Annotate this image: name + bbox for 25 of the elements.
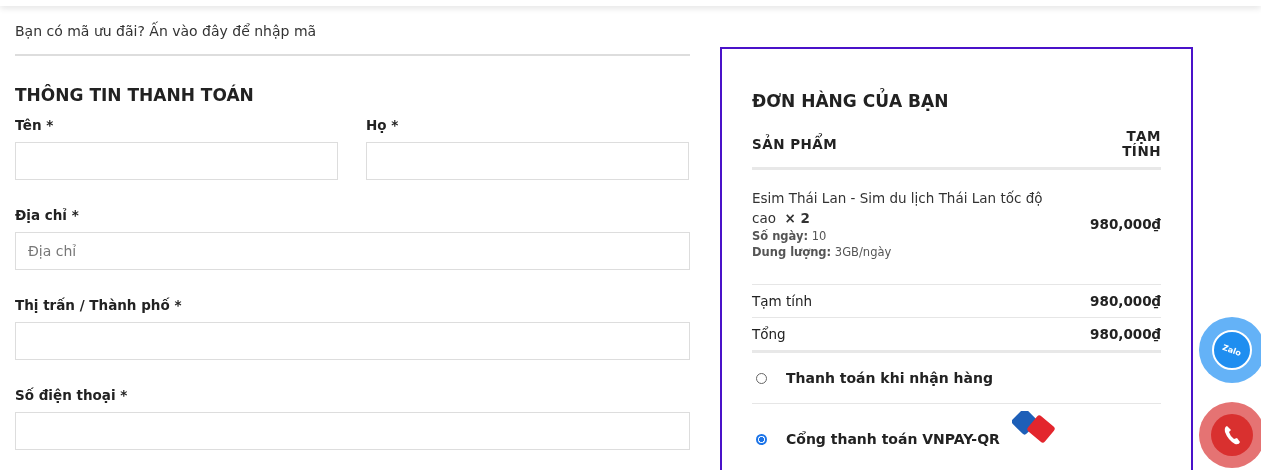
section-title: THÔNG TIN THANH TOÁN xyxy=(15,85,255,105)
product-name: Esim Thái Lan - Sim du lịch Thái Lan tốc độ cao × 2 xyxy=(752,189,1044,228)
field-label: Số điện thoại * xyxy=(15,387,129,405)
total-label: Tạm tính xyxy=(752,293,813,309)
field-label: Thị trấn / Thành phố * xyxy=(15,297,183,315)
total-value: 980,000₫ xyxy=(1090,293,1161,309)
field-label: Họ * xyxy=(366,117,400,135)
input-field[interactable] xyxy=(366,142,689,180)
phone-icon xyxy=(1222,424,1242,446)
input-field[interactable]: Địa chỉ xyxy=(15,232,690,270)
input-field[interactable] xyxy=(15,322,690,360)
input-field[interactable] xyxy=(15,412,690,450)
field-label: Địa chỉ * xyxy=(15,207,80,225)
product-attribute: Dung lượng: 3GB/ngày xyxy=(752,244,893,260)
field-label: Tên * xyxy=(15,117,55,135)
coupon-link[interactable]: Bạn có mã ưu đãi? Ấn vào đây để nhập mã xyxy=(15,23,690,43)
total-value: 980,000₫ xyxy=(1090,326,1161,342)
product-price: 980,000₫ xyxy=(1090,216,1161,232)
product-attribute: Số ngày: 10 xyxy=(752,228,828,244)
total-label: Tổng xyxy=(752,326,786,342)
radio-button[interactable] xyxy=(756,433,767,445)
payment-option[interactable]: Cổng thanh toán VNPAY-QR xyxy=(786,431,1000,447)
column-header: TẠM TÍNH xyxy=(1121,129,1161,159)
payment-option[interactable]: Thanh toán khi nhận hàng xyxy=(786,370,993,386)
input-field[interactable] xyxy=(15,142,338,180)
